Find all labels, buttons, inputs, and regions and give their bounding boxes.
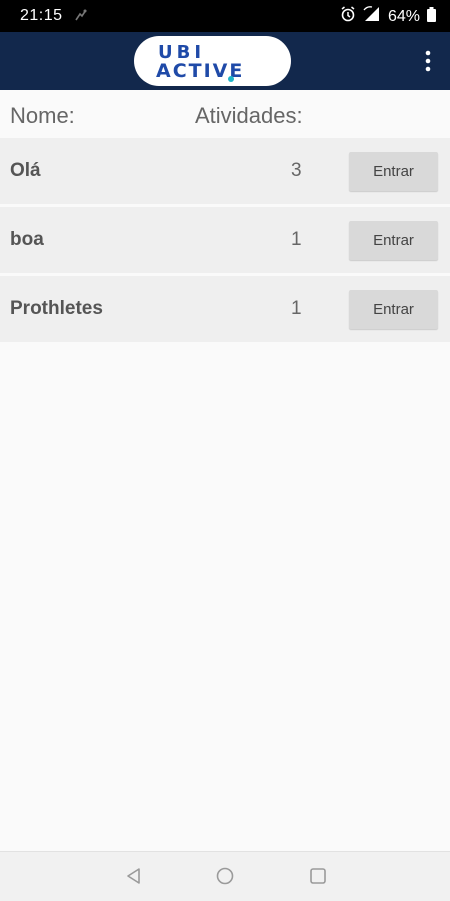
item-activity-count: 1 bbox=[291, 229, 302, 250]
group-list: Olá 3 Entrar boa 1 Entrar Prothletes 1 E… bbox=[0, 138, 450, 345]
back-button[interactable] bbox=[124, 866, 144, 886]
more-vert-icon bbox=[425, 50, 431, 72]
status-icons: 64% bbox=[340, 6, 436, 27]
list-item: Prothletes 1 Entrar bbox=[0, 276, 450, 342]
status-time: 21:15 bbox=[20, 7, 63, 24]
enter-button[interactable]: Entrar bbox=[349, 221, 438, 260]
home-button[interactable] bbox=[215, 866, 235, 886]
enter-button[interactable]: Entrar bbox=[349, 290, 438, 329]
item-activity-count: 1 bbox=[291, 298, 302, 319]
recents-icon bbox=[310, 868, 326, 884]
list-item: Olá 3 Entrar bbox=[0, 138, 450, 204]
alarm-icon bbox=[340, 6, 356, 27]
item-name: boa bbox=[10, 229, 44, 250]
status-bar: 21:15 64% bbox=[0, 0, 450, 32]
notification-icon bbox=[74, 8, 88, 27]
item-activity-count: 3 bbox=[291, 160, 302, 181]
table-header: Nome: Atividades: bbox=[0, 90, 450, 138]
enter-button[interactable]: Entrar bbox=[349, 152, 438, 191]
app-bar: UBI ACTIVE bbox=[0, 32, 450, 90]
header-name: Nome: bbox=[10, 103, 75, 128]
system-nav-bar bbox=[0, 851, 450, 901]
recents-button[interactable] bbox=[308, 866, 328, 886]
overflow-menu-button[interactable] bbox=[418, 48, 438, 74]
battery-percent: 64% bbox=[387, 7, 420, 25]
app-logo: UBI ACTIVE bbox=[134, 36, 291, 86]
header-activities: Atividades: bbox=[195, 103, 303, 128]
back-icon bbox=[127, 868, 140, 884]
home-icon bbox=[216, 867, 234, 885]
battery-icon bbox=[427, 6, 436, 27]
item-name: Olá bbox=[10, 160, 41, 181]
list-item: boa 1 Entrar bbox=[0, 207, 450, 273]
item-name: Prothletes bbox=[10, 298, 103, 319]
signal-icon bbox=[363, 6, 381, 27]
